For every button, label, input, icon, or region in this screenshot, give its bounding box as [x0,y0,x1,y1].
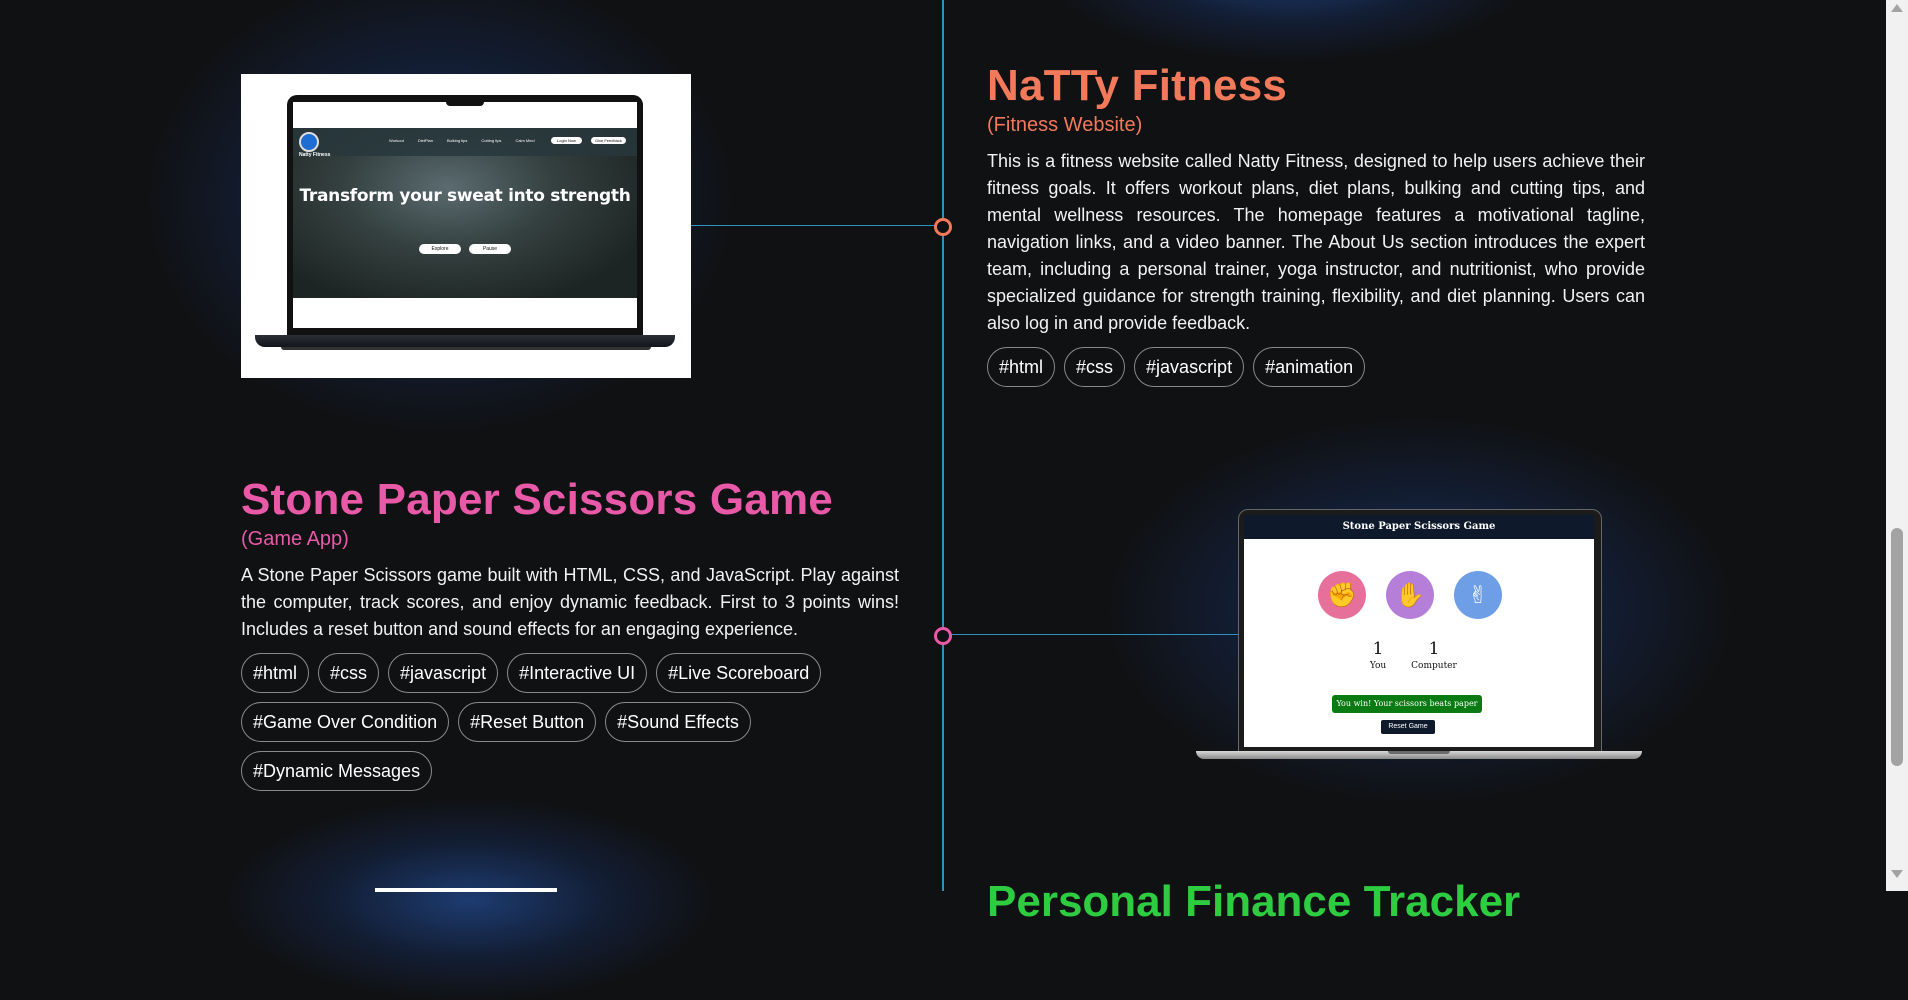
scroll-thumb[interactable] [1891,528,1903,766]
fitness-pause-button[interactable]: Pause [469,244,511,254]
project1-description: This is a fitness website called Natty F… [987,151,1645,333]
fitness-nav-bulking[interactable]: Bulking tips [447,138,467,143]
fitness-explore-button[interactable]: Explore [419,244,461,254]
fitness-logo-text: Natty Fitness [299,152,331,158]
user-score: 1 [1372,639,1384,659]
glow-project3-image [230,800,710,1000]
timeline-dot-project2 [934,627,952,645]
scroll-up-arrow-icon[interactable] [1891,4,1903,12]
fitness-logo-icon [299,132,319,152]
result-message: You win! Your scissors beats paper [1332,695,1482,713]
computer-score-label: Computer [1411,661,1457,671]
fitness-nav-calm[interactable]: Calm Mind [515,138,534,143]
glow-project1-top [1050,0,1530,60]
fitness-feedback-button[interactable]: Give Feedback [591,137,626,144]
project1-tags: #html #css #javascript #animation [987,347,1645,387]
tag-live-scoreboard: #Live Scoreboard [656,653,822,693]
tag-html: #html [241,653,310,693]
project3-title: Personal Finance Tracker [987,877,1521,926]
fitness-login-button[interactable]: Login Now [551,137,582,144]
paper-choice-icon[interactable]: ✋ [1386,571,1434,619]
project1-title: NaTTy Fitness [987,61,1288,110]
project2-screenshot[interactable]: Stone Paper Scissors Game ✊ ✋ ✌ 1 You 1 … [1194,509,1646,761]
tag-reset-button: #Reset Button [458,702,597,742]
project2-title: Stone Paper Scissors Game [241,475,833,524]
project1-subtitle: (Fitness Website) [987,114,1143,136]
tag-sound-effects: #Sound Effects [605,702,751,742]
fitness-nav: Workout DietPlan Bulking tips Cutting ti… [389,138,535,143]
tag-css: #css [1064,347,1126,387]
reset-game-button[interactable]: Reset Game [1381,720,1435,734]
project1-screen: Natty Fitness Workout DietPlan Bulking t… [293,102,637,328]
project2-subtitle: (Game App) [241,528,349,550]
fitness-nav-workout[interactable]: Workout [389,138,404,143]
tag-html: #html [987,347,1056,387]
project2-card: Stone Paper Scissors Game (Game App) A S… [241,474,899,791]
rps-header: Stone Paper Scissors Game [1244,515,1594,539]
project1-card: NaTTy Fitness (Fitness Website) This is … [987,60,1645,387]
project2-description: A Stone Paper Scissors game built with H… [241,565,899,639]
laptop-hinge [1388,751,1450,754]
project3-screenshot[interactable] [375,888,557,892]
tag-interactive-ui: #Interactive UI [507,653,648,693]
timeline-line [942,0,944,891]
tag-javascript: #javascript [1134,347,1245,387]
fitness-headline: Transform your sweat into strength [299,186,631,206]
tag-dynamic-messages: #Dynamic Messages [241,751,433,791]
tag-game-over-condition: #Game Over Condition [241,702,450,742]
user-score-label: You [1369,661,1387,671]
page-scrollbar[interactable] [1886,0,1908,891]
rock-choice-icon[interactable]: ✊ [1318,571,1366,619]
laptop-base [255,335,675,347]
fitness-nav-dietplan[interactable]: DietPlan [418,138,433,143]
fitness-nav-cutting[interactable]: Cutting tips [481,138,501,143]
tag-css: #css [318,653,380,693]
laptop-notch [446,98,484,106]
project1-screenshot[interactable]: Natty Fitness Workout DietPlan Bulking t… [241,74,691,378]
tag-javascript: #javascript [388,653,499,693]
project2-tags: #html #css #javascript #Interactive UI #… [241,653,899,791]
timeline-dot-project1 [934,218,952,236]
computer-score: 1 [1428,639,1440,659]
connector-project1 [690,225,942,226]
project2-screen: Stone Paper Scissors Game ✊ ✋ ✌ 1 You 1 … [1244,515,1594,747]
scroll-down-arrow-icon[interactable] [1891,870,1903,878]
tag-animation: #animation [1253,347,1366,387]
scissors-choice-icon[interactable]: ✌ [1454,571,1502,619]
laptop-base-shadow [281,347,651,350]
